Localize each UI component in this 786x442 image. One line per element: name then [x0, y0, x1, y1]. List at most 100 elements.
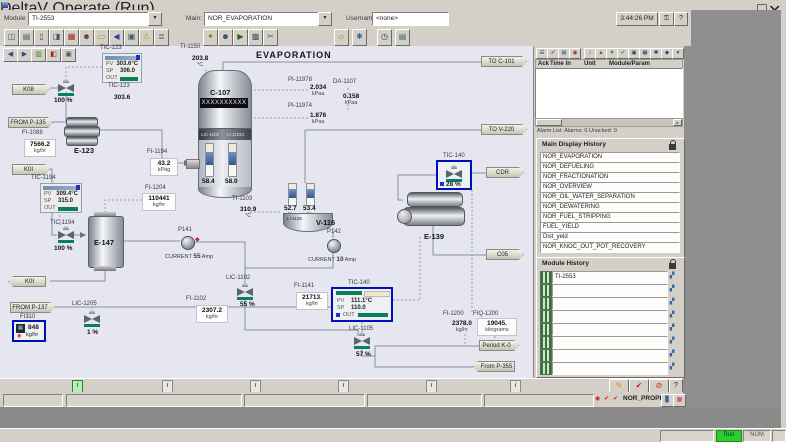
clock-icon[interactable]: ◷	[377, 29, 392, 46]
trend-icon[interactable]: ▞	[667, 272, 677, 281]
nav-forward-icon[interactable]: ▶	[17, 48, 32, 62]
module-history-field[interactable]	[552, 310, 668, 323]
silence-horn-icon[interactable]: ◉	[569, 48, 581, 59]
alarm-list[interactable]	[535, 68, 683, 119]
nav-overview-icon[interactable]: ▣	[61, 48, 76, 62]
panel-help-button[interactable]: ?	[669, 379, 683, 393]
v116-level-gauge-1[interactable]	[288, 183, 297, 206]
user-group-icon[interactable]: ☻	[218, 29, 233, 46]
alarm-hscrollbar[interactable]: ▸	[535, 118, 683, 127]
tic1194-faceplate[interactable]: PV309.4°C SP315.0 OUT	[40, 183, 82, 213]
alarm-col-module[interactable]: Module/Param	[609, 60, 650, 68]
lock-icon[interactable]	[669, 144, 676, 150]
faceplate-icon[interactable]	[540, 310, 552, 323]
tic123-faceplate[interactable]: PV303.6°C SP306.0 OUT	[102, 53, 142, 83]
nav-alarm-icon[interactable]: ◧	[46, 48, 61, 62]
lic1105-valve-icon[interactable]	[354, 336, 370, 345]
stream-tag-k0i-out[interactable]: K0I	[8, 276, 46, 287]
stream-tag-to-c101[interactable]: TO C-101	[481, 56, 527, 67]
lic1102-valve-icon[interactable]	[237, 287, 253, 296]
main-display-combobox[interactable]: NOR_EVAPORATION	[204, 12, 321, 26]
operator-icon[interactable]: ☻	[79, 29, 94, 46]
stream-tag-period-k0[interactable]: Period K-0	[479, 340, 519, 351]
stream-tag-to-v220[interactable]: TO V-220	[481, 124, 527, 135]
stream-tag-from-p137[interactable]: FROM P-137	[10, 302, 55, 313]
fi310-highlight-box[interactable]: ▤ 848 kg/hr ◉	[12, 320, 46, 342]
module-history-field[interactable]	[552, 297, 668, 310]
module-history-field[interactable]	[552, 284, 668, 297]
mosaic-button-icon[interactable]: ▦	[673, 394, 686, 407]
user-find-icon[interactable]: ✱	[352, 29, 367, 46]
scroll-right-icon[interactable]: ▸	[673, 119, 682, 126]
deny-button[interactable]: ⊘	[649, 379, 669, 393]
history-item[interactable]: NOR_KNOC_OUT_POT_RECOVERY	[540, 242, 680, 253]
trend-icon[interactable]: ▞	[667, 285, 677, 294]
print-icon[interactable]: ▤	[19, 29, 34, 46]
ack-check2-icon[interactable]: ✔	[613, 395, 618, 402]
media-icon[interactable]: ▶	[233, 29, 248, 46]
faceplate-icon[interactable]	[540, 297, 552, 310]
expand-icon[interactable]: ▾	[672, 48, 684, 59]
module-dropdown-arrow[interactable]: ▼	[148, 12, 162, 26]
pan-icon[interactable]: ✦	[203, 29, 218, 46]
stream-tag-from-p355[interactable]: From P-355	[473, 361, 515, 372]
faceplate-icon[interactable]	[540, 362, 552, 375]
c107-level-gauge-2[interactable]	[228, 143, 237, 177]
faceplate-icon[interactable]	[540, 323, 552, 336]
faceplate-icon[interactable]	[540, 349, 552, 362]
help-button[interactable]: ?	[674, 12, 688, 26]
user-login-icon[interactable]: ⚿	[659, 12, 674, 26]
confirm-button[interactable]: ✔	[629, 379, 649, 393]
lic1205-valve-icon[interactable]	[84, 314, 100, 323]
picture-icon[interactable]: ▣	[124, 29, 139, 46]
titlebar[interactable]: DeltaV Operate (Run)	[0, 0, 781, 10]
alarm-red-icon[interactable]: ◉	[595, 395, 600, 402]
module-history-field[interactable]: TI-2553	[552, 271, 668, 284]
tic1194-valve-icon[interactable]	[58, 230, 74, 239]
module-history-field[interactable]	[552, 336, 668, 349]
p142-pump[interactable]	[327, 239, 341, 253]
lock-icon[interactable]	[669, 263, 676, 269]
trend-icon[interactable]: ▞	[667, 363, 677, 372]
ack-check-icon[interactable]: ✔	[604, 395, 609, 402]
module-history-field[interactable]	[552, 349, 668, 362]
faceplate-icon[interactable]	[540, 284, 552, 297]
username-combobox[interactable]: <none>	[372, 12, 449, 26]
print-screen-icon[interactable]: ▤	[395, 29, 410, 46]
main-dropdown-arrow[interactable]: ▼	[318, 12, 332, 26]
stream-tag-cdr[interactable]: CDR	[486, 167, 524, 178]
trend-icon[interactable]: ▞	[667, 324, 677, 333]
trend-icon[interactable]: ▞	[667, 298, 677, 307]
display-window-icon[interactable]: ◫	[4, 29, 19, 46]
nav-trend-icon[interactable]: ▥	[31, 48, 46, 62]
folder-open-icon[interactable]: ▱	[334, 29, 349, 46]
folder-icon[interactable]: ▭	[94, 29, 109, 46]
tic140-valve-box[interactable]: 28 %	[436, 160, 472, 190]
display-back-icon[interactable]: ◀	[109, 29, 124, 46]
module-history-field[interactable]	[552, 362, 668, 375]
p141-pump[interactable]	[181, 236, 195, 250]
tools-icon[interactable]: ✂	[263, 29, 278, 46]
scroll-thumb[interactable]	[536, 119, 562, 126]
v116-level-gauge-2[interactable]	[306, 183, 315, 206]
tic123-valve-icon[interactable]	[58, 83, 74, 92]
alarm-col-timein[interactable]: Time In	[550, 60, 571, 68]
c107-level-gauge-1[interactable]	[205, 143, 214, 177]
faceplate-icon[interactable]	[540, 271, 552, 284]
alarm-bell-icon[interactable]: ⚠	[139, 29, 154, 46]
stream-tag-k08[interactable]: K08	[12, 84, 50, 95]
trend-icon[interactable]: ▞	[667, 337, 677, 346]
detail-display-icon[interactable]: ◨	[49, 29, 64, 46]
alarm-col-ack[interactable]: Ack	[538, 60, 549, 68]
trend-icon[interactable]: ▞	[667, 311, 677, 320]
faceplate-icon[interactable]: ▯	[34, 29, 49, 46]
stream-tag-c05[interactable]: C05	[486, 249, 524, 260]
stream-tag-from-p135[interactable]: FROM P-135	[8, 117, 53, 128]
faceplate-icon[interactable]	[540, 336, 552, 349]
sign-button[interactable]: ✎	[609, 379, 629, 393]
film-icon[interactable]: ▩	[248, 29, 263, 46]
tic140-faceplate[interactable]: PV 111.1°C SP 110.0 OUT	[331, 287, 393, 322]
nav-back-icon[interactable]: ◀	[3, 48, 18, 62]
module-history-field[interactable]	[552, 323, 668, 336]
module-combobox[interactable]: TI-2553	[28, 12, 151, 26]
